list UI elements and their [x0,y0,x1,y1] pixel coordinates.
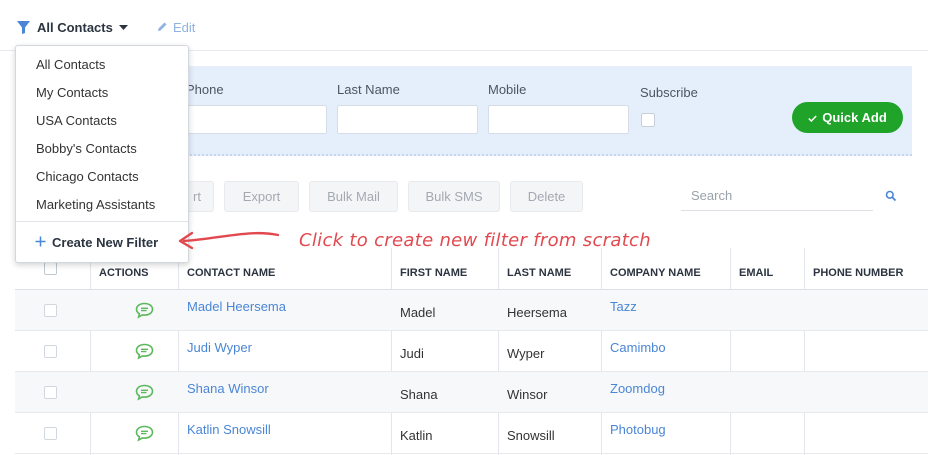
caret-down-icon [118,24,128,31]
column-header-first-name[interactable]: FIRST NAME [400,248,467,290]
mobile-label: Mobile [488,82,527,97]
row-checkbox[interactable] [44,345,57,358]
company-link[interactable]: Camimbo [610,331,666,372]
table-row[interactable]: Shana Winsor Shana Winsor Zoomdog [15,372,928,413]
contact-name-link[interactable]: Shana Winsor [187,372,269,413]
subscribe-checkbox[interactable] [641,113,655,127]
row-checkbox[interactable] [44,304,57,317]
last-name-cell: Snowsill [507,428,555,443]
select-all-checkbox[interactable] [44,262,57,275]
export-button[interactable]: Export [224,181,299,212]
row-checkbox[interactable] [44,386,57,399]
filter-dropdown-trigger[interactable]: All Contacts [16,20,128,35]
first-name-cell: Shana [400,387,438,402]
last-name-cell: Heersema [507,305,567,320]
chat-icon[interactable] [135,302,154,324]
first-name-cell: Katlin [400,428,433,443]
filter-option-all-contacts[interactable]: All Contacts [36,57,105,72]
contacts-table: ACTIONS CONTACT NAME FIRST NAME LAST NAM… [15,248,928,455]
search-box [681,181,873,211]
quick-add-mobile: Mobile [488,82,629,134]
search-input[interactable] [681,181,873,209]
last-name-label: Last Name [337,82,400,97]
subscribe-label: Subscribe [640,85,698,100]
filter-option-my-contacts[interactable]: My Contacts [36,85,108,100]
contact-name-link[interactable]: Katlin Snowsill [187,413,271,454]
contact-name-link[interactable]: Judi Wyper [187,331,252,372]
company-link[interactable]: Photobug [610,413,666,454]
quick-add-phone: Phone [186,82,327,134]
column-header-company-name[interactable]: COMPANY NAME [610,248,701,290]
table-row[interactable]: Judi Wyper Judi Wyper Camimbo [15,331,928,372]
last-name-input[interactable] [337,105,478,134]
bulk-sms-label: Bulk SMS [425,189,483,204]
company-link[interactable]: Tazz [610,290,637,331]
last-name-cell: Winsor [507,387,548,402]
check-icon [808,110,817,125]
column-header-email[interactable]: EMAIL [739,248,773,290]
arrow-icon [170,225,282,258]
company-link[interactable]: Zoomdog [610,372,665,413]
filter-option-marketing-assistants[interactable]: Marketing Assistants [36,197,155,212]
delete-button[interactable]: Delete [510,181,583,212]
table-row[interactable]: Madel Heersema Madel Heersema Tazz [15,290,928,331]
quick-add-last-name: Last Name [337,82,478,134]
mobile-input[interactable] [488,105,629,134]
menu-divider [16,221,188,222]
chat-icon[interactable] [135,343,154,365]
bulk-mail-button[interactable]: Bulk Mail [309,181,398,212]
create-new-filter-button[interactable]: Create New Filter [35,235,158,250]
filter-icon [16,20,31,35]
last-name-cell: Wyper [507,346,545,361]
edit-label: Edit [173,20,196,35]
edit-filter-link[interactable]: Edit [157,20,195,35]
pencil-icon [157,20,168,35]
row-checkbox[interactable] [44,427,57,440]
contact-name-link[interactable]: Madel Heersema [187,290,286,331]
search-icon[interactable] [885,189,897,207]
table-row[interactable]: Katlin Snowsill Katlin Snowsill Photobug [15,413,928,454]
filter-option-bobbys-contacts[interactable]: Bobby's Contacts [36,141,137,156]
quick-add-label: Quick Add [822,110,887,125]
filter-option-chicago-contacts[interactable]: Chicago Contacts [36,169,139,184]
filter-option-usa-contacts[interactable]: USA Contacts [36,113,117,128]
chat-icon[interactable] [135,425,154,447]
filter-dropdown-menu: All Contacts My Contacts USA Contacts Bo… [15,45,189,263]
delete-label: Delete [527,189,566,204]
create-new-filter-label: Create New Filter [52,235,159,250]
import-label: rt [193,189,201,204]
plus-icon [35,235,46,250]
column-header-phone-number[interactable]: PHONE NUMBER [813,248,903,290]
top-bar: All Contacts Edit [0,0,928,51]
chat-icon[interactable] [135,384,154,406]
first-name-cell: Madel [400,305,436,320]
filter-label: All Contacts [37,20,113,35]
first-name-cell: Judi [400,346,424,361]
phone-label: Phone [186,82,224,97]
annotation-text: Click to create new filter from scratch [299,230,651,251]
bulk-mail-label: Bulk Mail [327,189,380,204]
bulk-sms-button[interactable]: Bulk SMS [408,181,500,212]
phone-input[interactable] [186,105,327,134]
export-label: Export [242,189,281,204]
column-header-last-name[interactable]: LAST NAME [507,248,571,290]
quick-add-button[interactable]: Quick Add [792,102,903,133]
